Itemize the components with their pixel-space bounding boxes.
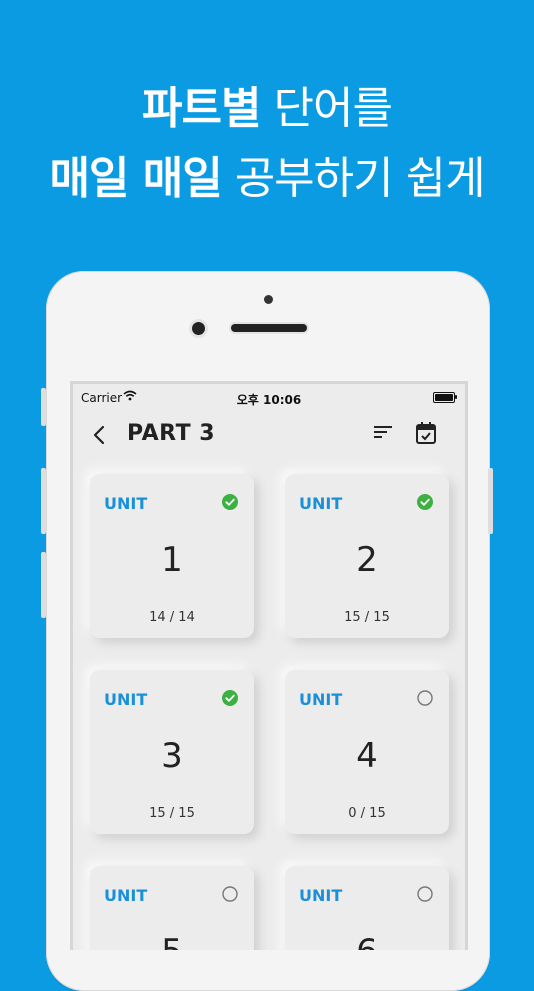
- unit-number: 5: [90, 932, 254, 950]
- headline-light-1: 단어를: [273, 83, 393, 134]
- headline-light-2: 공부하기 쉽게: [234, 153, 486, 204]
- volume-up-button: [41, 468, 46, 534]
- check-circle-icon: [417, 494, 433, 510]
- unit-label: UNIT: [299, 886, 343, 905]
- page-title: PART 3: [127, 421, 216, 446]
- unit-card-2[interactable]: UNIT 2 15 / 15: [285, 474, 449, 638]
- power-button: [488, 468, 493, 534]
- app-screen: Carrier 오후 10:06 PART 3 UNIT 1 14 / 14 UNIT…: [70, 381, 468, 950]
- status-bar: Carrier 오후 10:06: [73, 384, 465, 412]
- volume-down-button: [41, 552, 46, 618]
- unit-number: 1: [161, 540, 183, 580]
- proximity-sensor: [264, 295, 273, 304]
- headline-line-2: 매일 매일 공부하기 쉽게: [0, 142, 534, 206]
- unit-number: 2: [356, 540, 378, 580]
- unit-card-5[interactable]: UNIT 5: [90, 866, 254, 950]
- nav-bar: PART 3: [73, 414, 465, 458]
- unit-card-3[interactable]: UNIT 3 15 / 15: [90, 670, 254, 834]
- unit-progress: 0 / 15: [348, 806, 386, 821]
- empty-circle-icon: [222, 886, 238, 902]
- earpiece-speaker: [231, 324, 307, 332]
- unit-card-6[interactable]: UNIT 6: [285, 866, 449, 950]
- empty-circle-icon: [417, 690, 433, 706]
- headline-bold-1: 파트별: [142, 83, 261, 134]
- status-time: 오후 10:06: [236, 393, 302, 407]
- unit-number: 4: [356, 736, 378, 776]
- unit-progress: 15 / 15: [344, 610, 390, 625]
- headline-bold-2: 매일 매일: [49, 153, 222, 204]
- check-circle-icon: [222, 494, 238, 510]
- empty-circle-icon: [417, 886, 433, 902]
- unit-card-4[interactable]: UNIT 4 0 / 15: [285, 670, 449, 834]
- unit-card-1[interactable]: UNIT 1 14 / 14: [90, 474, 254, 638]
- front-camera: [192, 322, 205, 335]
- unit-number: 6: [285, 932, 449, 950]
- unit-label: UNIT: [299, 690, 343, 709]
- unit-progress: 15 / 15: [149, 806, 195, 821]
- calendar-check-icon[interactable]: [415, 421, 437, 445]
- headline-line-1: 파트별 단어를: [0, 72, 534, 136]
- battery-icon: [433, 392, 457, 403]
- unit-label: UNIT: [299, 494, 343, 513]
- mute-switch: [41, 388, 46, 426]
- unit-progress: 14 / 14: [149, 610, 195, 625]
- unit-number: 3: [161, 736, 183, 776]
- sort-icon[interactable]: [373, 424, 393, 440]
- back-chevron-icon[interactable]: [87, 422, 113, 448]
- unit-label: UNIT: [104, 690, 148, 709]
- check-circle-icon: [222, 690, 238, 706]
- unit-label: UNIT: [104, 886, 148, 905]
- unit-label: UNIT: [104, 494, 148, 513]
